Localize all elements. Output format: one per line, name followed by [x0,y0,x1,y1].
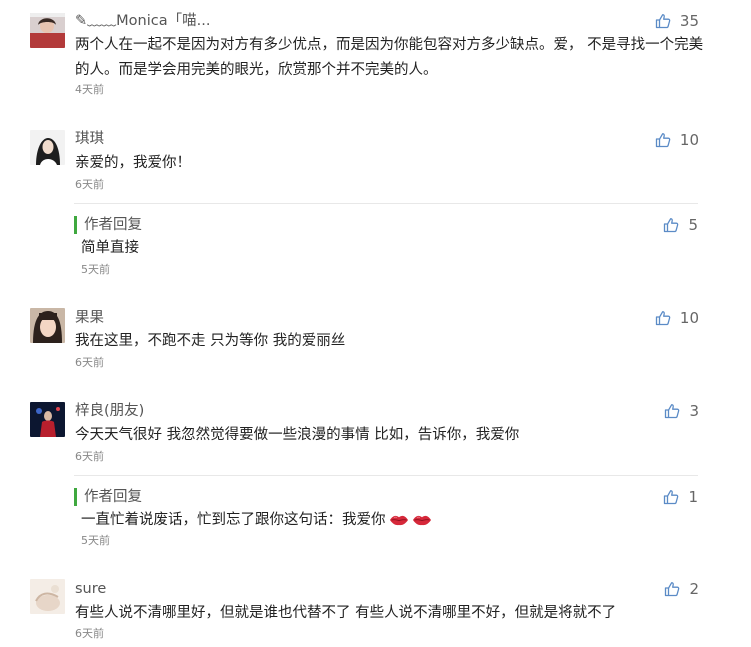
avatar-photo-sure-icon [30,579,65,614]
thumbs-up-icon [655,310,671,326]
avatar[interactable] [30,579,65,614]
thumbs-up-icon [664,581,680,597]
reply-text-content: 一直忙着说废话，忙到忘了跟你这句话：我爱你 [81,512,386,528]
like-button[interactable]: 2 [664,580,699,598]
like-button[interactable]: 35 [655,12,699,30]
thumbs-up-icon [664,403,680,419]
commenter-name[interactable]: ✎﹏﹏Monica「喵... [75,12,210,30]
like-count: 10 [679,131,699,149]
avatar[interactable] [30,130,65,165]
like-count: 3 [689,402,699,420]
avatar-photo-guoguo-icon [30,308,65,343]
commenter-name[interactable]: sure [75,580,106,598]
lips-icon [412,514,432,526]
like-count: 5 [688,216,698,234]
thumbs-up-icon [655,13,671,29]
comment-time: 6天前 [75,627,104,640]
like-count: 35 [679,12,699,30]
reply-text: 简单直接 [81,240,139,256]
comment-text: 两个人在一起不是因为对方有多少优点，而是因为你能包容对方多少缺点。爱， 不是寻找… [75,37,704,78]
avatar[interactable] [30,308,65,343]
comment-time: 6天前 [75,178,104,191]
like-count: 10 [679,309,699,327]
thumbs-up-icon [663,217,679,233]
like-button[interactable]: 10 [655,309,699,327]
thumbs-up-icon [663,489,679,505]
reply-time: 5天前 [81,263,110,276]
comment-time: 4天前 [75,83,104,96]
like-button[interactable]: 10 [655,131,699,149]
comment-time: 6天前 [75,450,104,463]
like-count: 1 [688,488,698,506]
lips-icon [389,514,409,526]
commenter-name[interactable]: 琪琪 [75,130,104,148]
comment-text: 亲爱的，我爱你！ [75,155,191,171]
like-count: 2 [689,580,699,598]
avatar-photo-monica-icon [30,13,65,48]
comment-text: 我在这里，不跑不走 只为等你 我的爱丽丝 [75,333,346,349]
comment-item: ✎﹏﹏Monica「喵... 两个人在一起不是因为对方有多少优点，而是因为你能包… [0,0,751,115]
reply-text: 一直忙着说废话，忙到忘了跟你这句话：我爱你 [81,508,721,533]
author-reply: 作者回复 一直忙着说废话，忙到忘了跟你这句话：我爱你 5天前 1 [74,475,698,558]
comment-text: 今天天气很好 我忽然觉得要做一些浪漫的事情 比如，告诉你，我爱你 [75,427,520,443]
like-button[interactable]: 3 [664,402,699,420]
avatar-photo-qiqi-icon [30,130,65,165]
author-reply-label: 作者回复 [74,488,142,506]
comment-text: 有些人说不清哪里好，但就是谁也代替不了 有些人说不清哪里不好，但就是将就不了 [75,605,617,621]
commenter-name[interactable]: 梓良(朋友) [75,402,144,420]
avatar[interactable] [30,402,65,437]
avatar-photo-ziliang-icon [30,402,65,437]
reply-like-button[interactable]: 5 [663,216,698,234]
author-reply: 作者回复 简单直接 5天前 5 [74,203,698,286]
author-reply-label: 作者回复 [74,216,142,234]
avatar[interactable] [30,13,65,48]
reply-time: 5天前 [81,534,110,547]
commenter-name[interactable]: 果果 [75,309,104,327]
comment-time: 6天前 [75,356,104,369]
thumbs-up-icon [655,132,671,148]
reply-like-button[interactable]: 1 [663,488,698,506]
